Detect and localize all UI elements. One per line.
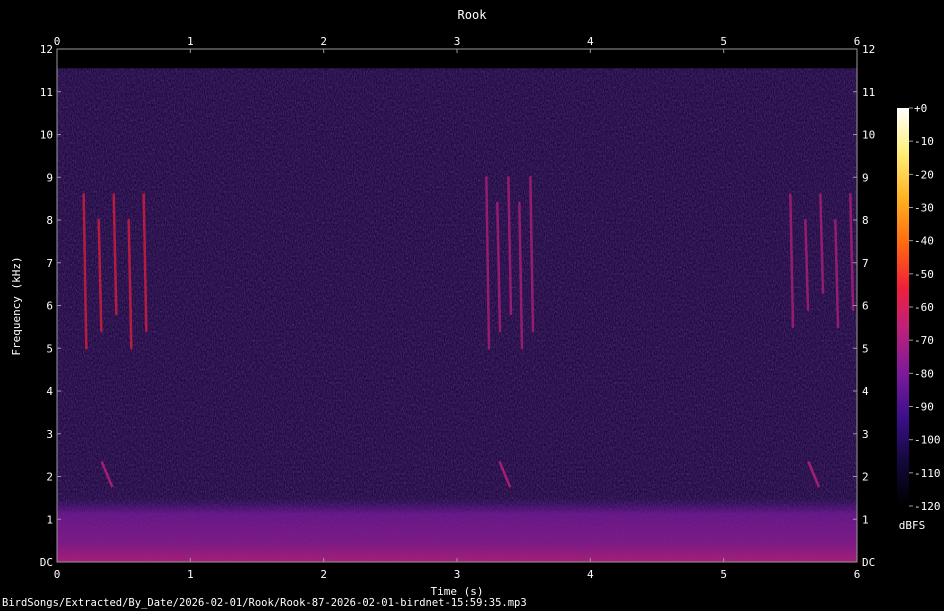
y-tick-label-left: 6 — [46, 300, 53, 313]
y-tick-label-left: 5 — [46, 342, 53, 355]
colorbar-tick-label: +0 — [914, 102, 927, 115]
y-tick-label-left: 1 — [46, 513, 53, 526]
low-frequency-noise-band — [57, 497, 857, 562]
chart-title: Rook — [458, 8, 488, 22]
y-tick-label-right: 5 — [862, 342, 869, 355]
y-tick-label-right: 10 — [862, 129, 875, 142]
colorbar-tick-label: -70 — [914, 334, 934, 347]
y-tick-label-right: 3 — [862, 428, 869, 441]
colorbar-tick-label: -40 — [914, 235, 934, 248]
colorbar — [897, 108, 909, 506]
colorbar-tick-label: -10 — [914, 135, 934, 148]
y-tick-label-left: 9 — [46, 171, 53, 184]
noise-floor — [57, 49, 857, 562]
x-tick-label-top: 5 — [720, 35, 727, 48]
y-tick-label-right: 6 — [862, 300, 869, 313]
y-tick-label-left: 7 — [46, 257, 53, 270]
x-tick-label-bottom: 5 — [720, 568, 727, 581]
y-tick-label-left: 2 — [46, 471, 53, 484]
y-tick-label-right: 2 — [862, 471, 869, 484]
x-tick-label-bottom: 3 — [454, 568, 461, 581]
colorbar-tick-label: -100 — [914, 434, 941, 447]
x-tick-label-top: 6 — [854, 35, 861, 48]
y-tick-label-left: 11 — [40, 86, 53, 99]
y-tick-label-right: 1 — [862, 513, 869, 526]
x-tick-label-top: 3 — [454, 35, 461, 48]
y-tick-label-left: 4 — [46, 385, 53, 398]
colorbar-tick-label: -50 — [914, 268, 934, 281]
y-tick-label-left: 3 — [46, 428, 53, 441]
colorbar-ticks: +0 -10 -20 -30 -40 -50 -60 -70 -80 -90 -100 -110 -12… — [909, 102, 941, 513]
y-tick-label-left: 10 — [40, 129, 53, 142]
spectrogram-chart: 00112233445566DC DC1 12 23 34 45 56 67 78 89 910 10… — [10, 8, 941, 598]
colorbar-tick-label: -90 — [914, 401, 934, 414]
y-tick-label-right: 7 — [862, 257, 869, 270]
y-tick-label-left: 8 — [46, 214, 53, 227]
x-tick-label-top: 4 — [587, 35, 594, 48]
colorbar-tick-label: -20 — [914, 168, 934, 181]
source-file-path: BirdSongs/Extracted/By_Date/2026-02-01/R… — [2, 597, 527, 609]
y-tick-label-right: 4 — [862, 385, 869, 398]
x-tick-label-top: 1 — [187, 35, 194, 48]
x-tick-label-bottom: 2 — [320, 568, 327, 581]
spectrogram-image — [57, 49, 857, 562]
y-axis-label: Frequency (kHz) — [10, 256, 23, 355]
y-tick-label-right: 8 — [862, 214, 869, 227]
y-tick-label-right: 9 — [862, 171, 869, 184]
x-tick-label-bottom: 6 — [854, 568, 861, 581]
y-tick-label-left: 12 — [40, 43, 53, 56]
y-tick-label-right: 11 — [862, 86, 875, 99]
colorbar-tick-label: -60 — [914, 301, 934, 314]
x-tick-label-top: 2 — [320, 35, 327, 48]
colorbar-tick-label: -120 — [914, 500, 941, 513]
x-tick-label-bottom: 1 — [187, 568, 194, 581]
x-tick-label-top: 0 — [54, 35, 61, 48]
x-tick-label-bottom: 0 — [54, 568, 61, 581]
y-tick-label-right: DC — [862, 556, 875, 569]
colorbar-tick-label: -30 — [914, 202, 934, 215]
x-tick-label-bottom: 4 — [587, 568, 594, 581]
colorbar-tick-label: -110 — [914, 467, 941, 480]
colorbar-tick-label: -80 — [914, 367, 934, 380]
colorbar-label: dBFS — [899, 519, 926, 532]
y-tick-label-left: DC — [40, 556, 53, 569]
y-tick-label-right: 12 — [862, 43, 875, 56]
